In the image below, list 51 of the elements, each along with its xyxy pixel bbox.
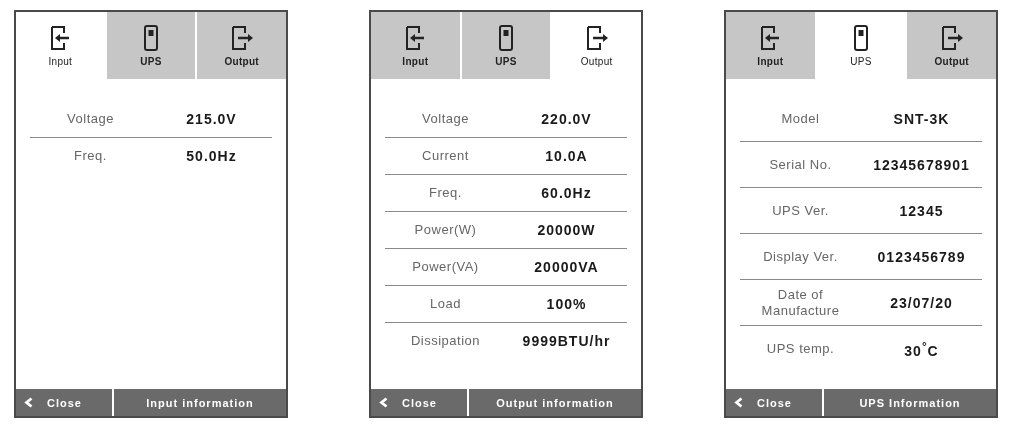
door-arrow-out-icon (584, 24, 609, 51)
footer-title: UPS Information (858, 395, 962, 411)
footer-title: Input information (145, 395, 255, 411)
device-icon (144, 24, 158, 51)
field-label: Power(VA) (411, 259, 480, 275)
field-value: 12345678901 (872, 156, 971, 173)
footer-title: Output information (495, 395, 615, 411)
chevron-left-icon (734, 397, 743, 408)
chevron-left-icon (24, 397, 33, 408)
field-label: Freq. (428, 185, 463, 201)
field-label: Power(W) (413, 222, 478, 238)
tab[interactable]: Output (197, 12, 286, 79)
door-arrow-out-icon (229, 24, 254, 51)
tab[interactable]: Output (907, 12, 996, 79)
door-arrow-in-icon (404, 24, 427, 51)
device-icon (854, 24, 868, 51)
field-label: UPS temp. (765, 340, 836, 357)
field-value: 9999BTU/hr (521, 333, 612, 349)
field-label: Freq. (73, 148, 108, 164)
field-value: 23/07/20 (889, 294, 954, 311)
field-value: SNT-3K (892, 110, 951, 127)
tab[interactable]: Input (726, 12, 815, 79)
field-label: Dissipation (409, 333, 482, 349)
field-value: 10.0A (544, 148, 589, 164)
field-label: Display Ver. (762, 248, 839, 265)
field-value: 12345 (898, 202, 945, 219)
door-arrow-in-icon (759, 24, 782, 51)
door-arrow-out-icon (939, 24, 964, 51)
field-value: 60.0Hz (540, 185, 593, 201)
field-value: 20000W (536, 222, 597, 238)
field-value: 220.0V (540, 111, 593, 127)
field-value: 30$^{°}$C (903, 338, 940, 359)
field-label: Model (780, 110, 821, 127)
field-value: 100% (545, 296, 588, 312)
device-icon (499, 24, 513, 51)
field-value: 20000VA (533, 259, 600, 275)
field-label: Current (421, 148, 470, 164)
field-label: Load (429, 296, 462, 312)
field-value: 50.0Hz (185, 148, 238, 164)
field-value: 0123456789 (876, 248, 967, 265)
field-value: 215.0V (185, 111, 238, 127)
tab[interactable]: Input (371, 12, 460, 79)
field-label: Date of Manufacture (760, 286, 841, 319)
field-label: UPS Ver. (771, 202, 830, 219)
door-arrow-in-icon (49, 24, 72, 51)
field-label: Voltage (66, 111, 115, 127)
field-label: Serial No. (768, 156, 833, 173)
chevron-left-icon (379, 397, 388, 408)
field-label: Voltage (421, 111, 470, 127)
tab[interactable]: UPS (106, 12, 196, 79)
tab[interactable]: UPS (461, 12, 551, 79)
